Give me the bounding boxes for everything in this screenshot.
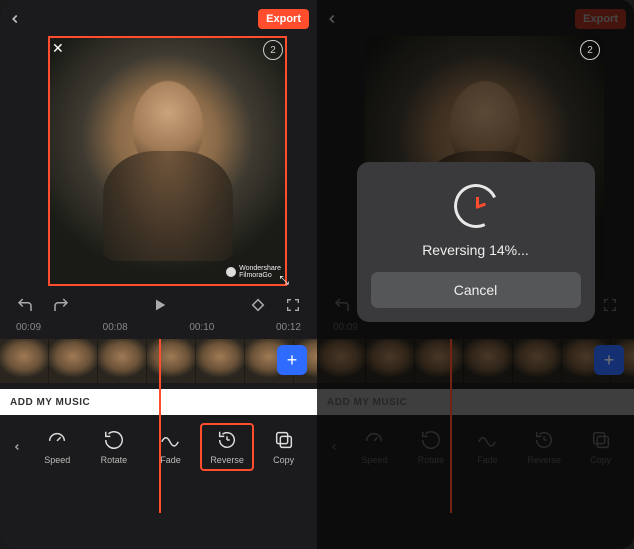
tool-label: Speed [44, 455, 70, 465]
tool-label: Rotate [101, 455, 128, 465]
cancel-button[interactable]: Cancel [371, 272, 581, 308]
history-badge: 2 [580, 40, 600, 60]
play-button[interactable] [152, 297, 168, 313]
clip-thumb[interactable] [147, 339, 196, 383]
tool-reverse[interactable]: Reverse [200, 423, 255, 471]
clip-thumb[interactable] [0, 339, 49, 383]
tool-fade[interactable]: Fade [143, 423, 198, 471]
clip-thumb[interactable] [196, 339, 245, 383]
tools-back-button[interactable] [6, 440, 28, 454]
watermark-line1: Wondershare [239, 265, 281, 273]
back-button[interactable] [8, 12, 38, 26]
playhead[interactable] [159, 339, 161, 513]
time-mark: 00:09 [16, 322, 41, 333]
plus-icon: + [287, 350, 298, 371]
transport-bar [0, 286, 317, 320]
selection-frame[interactable] [48, 36, 287, 286]
time-mark: 00:12 [276, 322, 301, 333]
time-mark: 00:08 [103, 322, 128, 333]
time-mark: 00:10 [189, 322, 214, 333]
watermark-line2: FilmoraGo [239, 272, 281, 280]
tool-label: Copy [273, 455, 294, 465]
fullscreen-button[interactable] [285, 297, 301, 313]
resize-handle-icon[interactable]: ⤡ [279, 273, 289, 288]
tool-label: Fade [160, 455, 181, 465]
tool-copy[interactable]: Copy [256, 423, 311, 471]
undo-button[interactable] [16, 296, 34, 314]
time-ruler: 00:09 00:08 00:10 00:12 [0, 320, 317, 339]
clip-thumb[interactable] [49, 339, 98, 383]
progress-dialog: Reversing 14%... Cancel [357, 162, 595, 322]
editor-screen-right: Export 2 00:09 [317, 0, 634, 549]
video-preview[interactable]: ✕ 2 Wondershare FilmoraGo ⤡ [48, 36, 287, 286]
history-badge[interactable]: 2 [263, 40, 283, 60]
tool-speed[interactable]: Speed [30, 423, 85, 471]
editor-screen-left: Export ✕ 2 Wondershare FilmoraGo ⤡ [0, 0, 317, 549]
add-music-label: ADD MY MUSIC [10, 397, 90, 408]
reversing-clock-icon [454, 184, 498, 228]
keyframe-button[interactable] [249, 296, 267, 314]
add-clip-button[interactable]: + [277, 345, 307, 375]
watermark: Wondershare FilmoraGo [226, 265, 281, 280]
tool-rotate[interactable]: Rotate [87, 423, 142, 471]
export-button[interactable]: Export [258, 9, 309, 29]
close-icon[interactable]: ✕ [52, 40, 64, 57]
progress-message: Reversing 14%... [422, 242, 529, 258]
clip-thumb[interactable] [98, 339, 147, 383]
redo-button[interactable] [52, 296, 70, 314]
tool-label: Reverse [210, 455, 244, 465]
timeline[interactable]: + [0, 339, 317, 383]
top-bar: Export [0, 0, 317, 34]
watermark-logo-icon [226, 267, 236, 277]
